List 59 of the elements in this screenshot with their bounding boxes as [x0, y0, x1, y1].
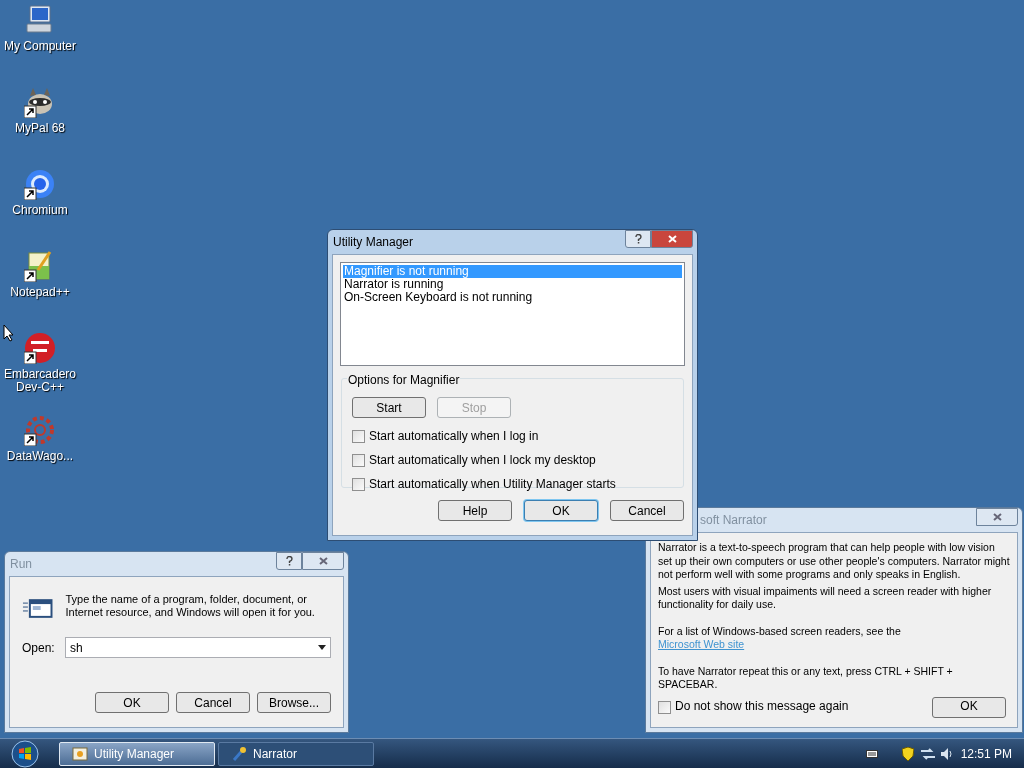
- desktop-icon-label[interactable]: Notepad++: [1, 286, 79, 299]
- paragraph: To have Narrator repeat this or any text, press CTRL + SHIFT + SPACEBAR.: [658, 664, 954, 692]
- desktop-icon-label[interactable]: Chromium: [1, 204, 79, 217]
- close-button[interactable]: [651, 230, 693, 248]
- window-icon: [72, 745, 88, 762]
- dialog-button[interactable]: Cancel: [176, 692, 250, 713]
- help-button[interactable]: [625, 230, 651, 248]
- help-button[interactable]: [276, 552, 302, 570]
- close-icon: [318, 557, 328, 565]
- start-orb-icon: [11, 739, 39, 768]
- desktop-icon-label[interactable]: DataWago...: [1, 450, 79, 463]
- desktop-icon-label[interactable]: My Computer: [1, 40, 79, 53]
- dialog-button[interactable]: OK: [524, 500, 598, 521]
- field-value: sh: [70, 639, 83, 657]
- speaker-icon: [938, 746, 953, 761]
- paragraph: For a list of Windows-based screen readers, see the: [658, 624, 902, 638]
- close-button[interactable]: [976, 508, 1018, 526]
- close-icon: [667, 235, 677, 243]
- taskbar-button[interactable]: Utility Manager: [59, 741, 215, 766]
- dialog-button[interactable]: Browse...: [257, 692, 331, 713]
- keyboard-icon: [865, 748, 878, 759]
- list-item[interactable]: Narrator is running: [343, 278, 682, 291]
- dropdown-icon: [318, 645, 326, 650]
- desktop-icon-label[interactable]: MyPal 68: [1, 122, 79, 135]
- pen-icon: [231, 745, 247, 762]
- checkbox-label: Start automatically when I log in: [369, 428, 539, 445]
- question-mark-icon: [634, 234, 642, 244]
- cursor-icon: [3, 324, 15, 342]
- dialog-button[interactable]: Start: [352, 397, 426, 418]
- paragraph: Narrator is a text-to-speech program that can help people with low vision set up their own computers or use other people's computers. Narrator might not perform well with some programs and only speaks in English.: [658, 541, 1010, 582]
- utility-list[interactable]: Magnifier is not running Narrator is running On-Screen Keyboard is not running: [340, 262, 685, 366]
- list-item[interactable]: On-Screen Keyboard is not running: [343, 291, 682, 304]
- clock: 12:51 PM: [960, 745, 1012, 763]
- checkbox-label: Start automatically when Utility Manager starts: [369, 476, 616, 493]
- window-title: soft Narrator: [699, 512, 767, 529]
- checkbox[interactable]: [352, 429, 365, 443]
- close-button[interactable]: [302, 552, 344, 570]
- taskbar-button[interactable]: Narrator: [218, 741, 374, 766]
- close-icon: [992, 513, 1002, 521]
- checkbox-label: Do not show this message again: [675, 700, 849, 714]
- checkbox-label: Start automatically when I lock my desktop: [369, 452, 596, 469]
- run-window-icon: [22, 597, 54, 621]
- window-title: Run: [9, 556, 32, 573]
- open-combo-box[interactable]: sh: [65, 637, 331, 658]
- desktop-icon-label[interactable]: Embarcadero Dev-C++: [1, 368, 79, 394]
- checkbox[interactable]: [352, 477, 365, 491]
- network-icon: [920, 747, 935, 760]
- dialog-button[interactable]: OK: [95, 692, 169, 713]
- checkbox[interactable]: [658, 700, 671, 714]
- dialog-button[interactable]: OK: [932, 696, 1006, 718]
- question-mark-icon: [285, 556, 293, 566]
- window-title: Utility Manager: [332, 234, 414, 251]
- dialog-button[interactable]: Cancel: [610, 500, 684, 521]
- message: Type the name of a program, folder, document, or Internet resource, and Windows will open it for you.: [65, 593, 316, 619]
- paragraph: Most users with visual impaiments will need a screen reader with higher functionality for daily use.: [658, 584, 993, 612]
- dialog-button[interactable]: Help: [438, 500, 512, 521]
- checkbox[interactable]: [352, 453, 365, 467]
- shield-icon: [901, 746, 914, 761]
- field-label: Open:: [22, 639, 53, 657]
